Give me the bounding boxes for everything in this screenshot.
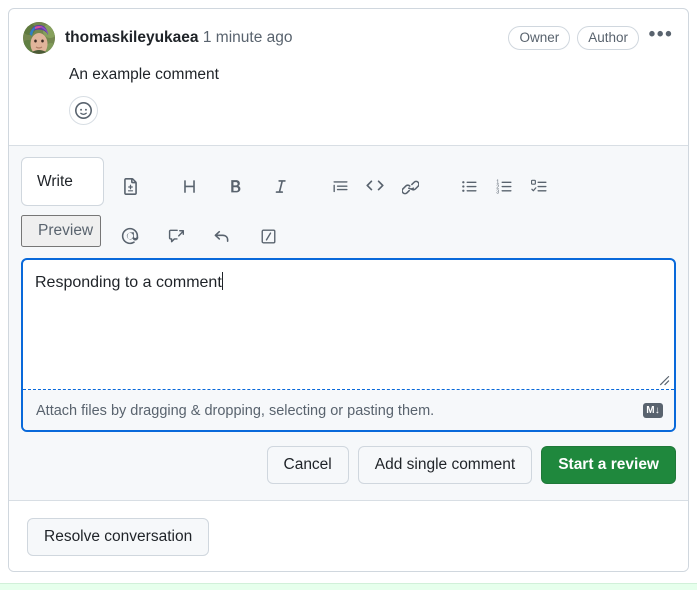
editor-tabs: Write Preview xyxy=(21,156,109,247)
comment-editor: Write Preview 1 2 3 Responding to a comm… xyxy=(9,146,688,501)
suggested-change-button[interactable] xyxy=(116,172,144,200)
cross-reference-button[interactable] xyxy=(162,222,190,250)
smiley-icon xyxy=(75,102,92,119)
avatar[interactable] xyxy=(23,22,55,54)
add-single-comment-button[interactable]: Add single comment xyxy=(357,446,533,484)
unordered-list-button[interactable] xyxy=(455,172,483,200)
comment-header-actions: Owner Author ••• xyxy=(508,24,674,51)
markdown-badge-icon[interactable]: M↓ xyxy=(643,403,663,418)
slash-command-button[interactable] xyxy=(254,222,282,250)
editor-toolbar: Write Preview 1 2 3 xyxy=(9,146,688,258)
italic-button[interactable] xyxy=(267,172,295,200)
attach-files-hint: Attach files by dragging & dropping, sel… xyxy=(36,402,435,419)
comment-author-name[interactable]: thomaskileyukaea xyxy=(65,29,199,46)
resolve-conversation-button[interactable]: Resolve conversation xyxy=(27,518,210,556)
comment-textarea-value: Responding to a comment xyxy=(35,274,222,291)
mention-icon xyxy=(121,227,139,245)
resize-handle-icon[interactable] xyxy=(657,373,670,386)
resolve-footer: Resolve conversation xyxy=(9,501,688,571)
comment-body-text: An example comment xyxy=(69,66,219,83)
reaction-row xyxy=(69,96,674,125)
formatting-tools: 1 2 3 xyxy=(109,156,676,261)
italic-icon xyxy=(275,179,286,193)
bold-icon xyxy=(230,179,240,192)
tab-preview[interactable]: Preview xyxy=(21,215,102,247)
comment-textarea[interactable]: Responding to a comment xyxy=(23,260,674,389)
quote-icon xyxy=(332,180,348,192)
comment-options-menu-icon[interactable]: ••• xyxy=(648,24,674,51)
comment-textarea-container[interactable]: Responding to a comment Attach files by … xyxy=(21,258,676,432)
svg-text:3: 3 xyxy=(496,189,499,194)
code-icon xyxy=(366,180,384,191)
task-list-button[interactable] xyxy=(525,172,553,200)
code-button[interactable] xyxy=(361,172,389,200)
comment-timestamp: 1 minute ago xyxy=(202,29,293,46)
saved-reply-button[interactable] xyxy=(208,222,236,250)
badge-author: Author xyxy=(577,26,639,50)
link-icon xyxy=(401,180,419,194)
task-list-icon xyxy=(530,179,547,191)
cross-reference-icon xyxy=(168,229,184,242)
attach-files-bar[interactable]: Attach files by dragging & dropping, sel… xyxy=(23,390,674,430)
start-a-review-button[interactable]: Start a review xyxy=(541,446,676,484)
tab-write[interactable]: Write xyxy=(21,157,104,206)
mention-button[interactable] xyxy=(116,222,144,250)
heading-button[interactable] xyxy=(175,172,203,200)
comment-header: thomaskileyukaea 1 minute ago Owner Auth… xyxy=(23,22,674,54)
ordered-list-icon: 1 2 3 xyxy=(496,179,512,195)
ordered-list-button[interactable]: 1 2 3 xyxy=(490,172,518,200)
saved-reply-icon xyxy=(214,230,229,242)
editor-actions: Cancel Add single comment Start a review xyxy=(9,432,688,501)
quote-button[interactable] xyxy=(326,172,354,200)
diff-added-line-strip xyxy=(0,583,697,590)
unordered-list-icon xyxy=(461,180,477,192)
formatting-tools-row-1: 1 2 3 xyxy=(109,161,676,211)
badge-owner: Owner xyxy=(508,26,571,50)
comment-author-line: thomaskileyukaea 1 minute ago xyxy=(65,28,292,48)
text-caret xyxy=(221,272,223,290)
slash-command-icon xyxy=(261,229,275,243)
bold-button[interactable] xyxy=(221,172,249,200)
heading-icon xyxy=(183,179,195,193)
cancel-button[interactable]: Cancel xyxy=(266,446,349,484)
avatar-image xyxy=(23,22,55,54)
add-reaction-button[interactable] xyxy=(69,96,98,125)
formatting-tools-row-2 xyxy=(109,211,676,261)
comment-block: thomaskileyukaea 1 minute ago Owner Auth… xyxy=(9,9,688,146)
review-comment-thread: thomaskileyukaea 1 minute ago Owner Auth… xyxy=(8,8,689,572)
suggested-change-icon xyxy=(123,177,137,195)
link-button[interactable] xyxy=(396,172,424,200)
